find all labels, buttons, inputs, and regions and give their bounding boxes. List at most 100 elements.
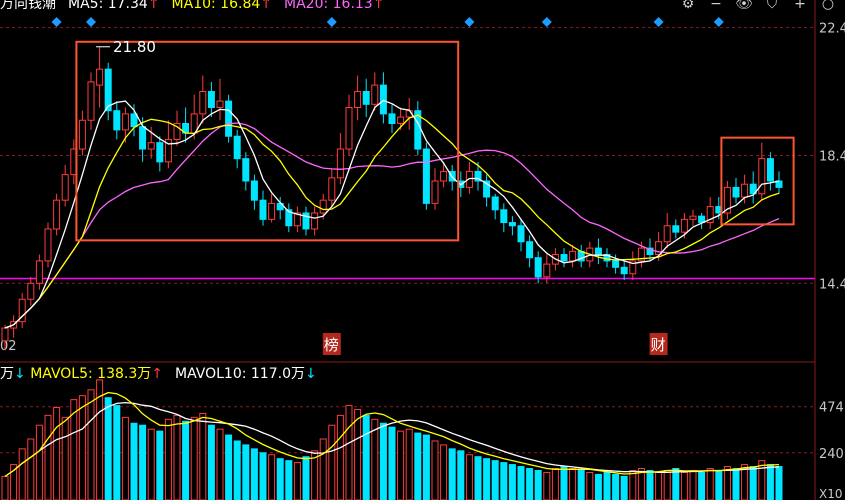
- volume-bar: [379, 422, 387, 500]
- volume-bar: [775, 466, 783, 500]
- volume-bar: [612, 473, 620, 500]
- candle-body: [225, 100, 233, 137]
- close-icon[interactable]: ○: [819, 0, 837, 12]
- volume-bar: [448, 448, 456, 500]
- event-diamond-icon: [464, 17, 475, 27]
- volume-bar: [147, 428, 155, 500]
- candle-body: [44, 228, 52, 262]
- highlight-box: [75, 40, 460, 242]
- volume-bar: [603, 471, 611, 500]
- candle-body: [431, 180, 439, 204]
- candle-body: [35, 260, 43, 284]
- volume-bar: [422, 434, 430, 500]
- vol-down-arrow: ↓: [14, 366, 26, 382]
- stock-name: 万向钱潮: [0, 0, 56, 12]
- volume-bar: [268, 454, 276, 500]
- volume-bar: [646, 469, 654, 500]
- volume-bar: [706, 468, 714, 500]
- settings-icon[interactable]: ⚙: [679, 0, 697, 12]
- shield-icon[interactable]: ⛉: [763, 0, 781, 12]
- volume-bar: [354, 408, 362, 500]
- volume-bar: [113, 405, 121, 500]
- candle-body: [569, 250, 577, 262]
- volume-bar: [345, 405, 353, 500]
- volume-bar: [276, 458, 284, 500]
- volume-bar: [336, 414, 344, 500]
- highlight-box: [720, 136, 795, 226]
- volume-bar: [680, 471, 688, 500]
- candle-body: [491, 196, 499, 211]
- volume-bar: [465, 454, 473, 500]
- candle-body: [250, 180, 258, 201]
- volume-bar: [594, 473, 602, 500]
- volume-bar: [543, 471, 551, 500]
- candle-body: [612, 260, 620, 268]
- volume-bar: [302, 456, 310, 500]
- volume-bar: [397, 430, 405, 500]
- plus-icon[interactable]: +: [791, 0, 809, 12]
- volume-bar: [1, 475, 9, 500]
- volume-bar: [362, 414, 370, 500]
- candle-body: [689, 215, 697, 220]
- ma20-label: MA20: 16.13↑: [284, 0, 385, 12]
- candle-body: [87, 81, 95, 121]
- candle-body: [78, 119, 86, 150]
- volume-bar: [663, 469, 671, 500]
- volume-tick-label: 474: [819, 401, 844, 416]
- volume-bar: [182, 420, 190, 500]
- candle-body: [259, 199, 267, 220]
- mavol5-label: MAVOL5: 138.3万↑: [30, 366, 163, 382]
- volume-tick-label: 240: [819, 447, 844, 462]
- volume-bar: [44, 414, 52, 500]
- candle-body: [371, 84, 379, 105]
- volume-bar: [689, 469, 697, 500]
- volume-bar: [61, 416, 69, 500]
- event-diamond-icon: [86, 17, 96, 27]
- candle-body: [672, 225, 680, 233]
- volume-bar: [620, 475, 628, 500]
- candle-body: [233, 135, 241, 160]
- volume-bar: [405, 428, 413, 500]
- volume-bar: [328, 424, 336, 500]
- candle-body: [362, 91, 370, 105]
- eye-icon[interactable]: 👁: [735, 0, 753, 12]
- candle-body: [680, 218, 688, 233]
- stock-chart[interactable]: 22.418.414.4474240X100221.80榜财: [0, 0, 845, 500]
- candle-body: [1, 327, 9, 342]
- candle-body: [121, 113, 129, 131]
- candle-body: [560, 254, 568, 262]
- price-tick-label: 14.4: [819, 277, 845, 292]
- volume-bar: [723, 466, 731, 500]
- volume-bar: [259, 452, 267, 500]
- event-diamond-icon: [541, 17, 552, 27]
- candle-body: [440, 170, 448, 182]
- candle-body: [336, 148, 344, 179]
- volume-bar: [672, 468, 680, 500]
- minus-icon[interactable]: −: [707, 0, 725, 12]
- volume-bar: [225, 434, 233, 500]
- event-diamond-icon: [713, 17, 724, 27]
- cai-badge: 财: [651, 336, 666, 354]
- mavol10-label: MAVOL10: 117.0万↓: [175, 366, 317, 382]
- bang-badge: 榜: [324, 336, 339, 354]
- volume-bar: [629, 469, 637, 500]
- volume-bar: [87, 389, 95, 500]
- volume-bar: [53, 407, 61, 500]
- volume-bar: [156, 430, 164, 500]
- volume-bar: [199, 412, 207, 500]
- volume-legend: 万↓ MAVOL5: 138.3万↑ MAVOL10: 117.0万↓: [0, 365, 329, 383]
- candle-body: [242, 158, 250, 182]
- volume-bar: [586, 471, 594, 500]
- candle-body: [526, 241, 534, 259]
- ma5-line: [4, 99, 780, 329]
- volume-bar: [517, 466, 525, 500]
- candle-body: [147, 142, 155, 150]
- volume-bar: [250, 448, 258, 500]
- candle-body: [139, 126, 147, 150]
- candle-body: [207, 91, 215, 108]
- volume-bar: [483, 458, 491, 500]
- candle-body: [517, 225, 525, 243]
- volume-bar: [698, 471, 706, 500]
- volume-bar: [457, 450, 465, 500]
- volume-bar: [293, 462, 301, 500]
